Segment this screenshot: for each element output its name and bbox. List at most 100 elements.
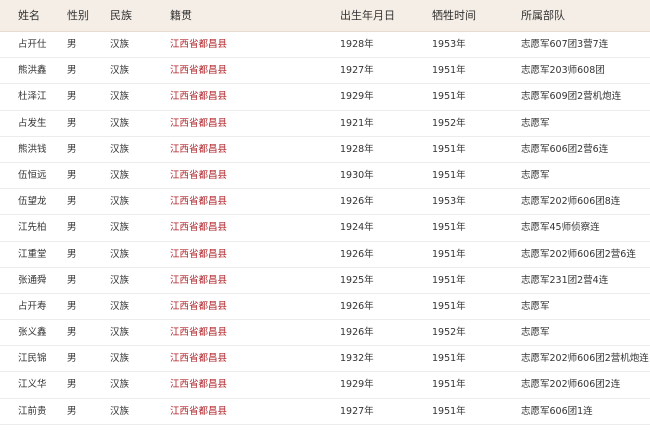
- cell-birth: 1928年: [340, 39, 374, 50]
- cell-ethnicity: 汉族: [110, 248, 130, 260]
- cell-origin: 江西省都昌县: [170, 222, 228, 234]
- column-header-death: 牺牲时间: [432, 9, 476, 22]
- cell-death: 1951年: [432, 405, 466, 417]
- cell-unit: 志愿军203师608团: [521, 65, 605, 77]
- table-row: 江前贵 男 汉族 江西省都昌县 1927年 1951年 志愿军606团1连: [0, 399, 650, 425]
- cell-gender: 男: [67, 196, 77, 208]
- table-row: 伍恒远 男 汉族 江西省都昌县 1930年 1951年 志愿军: [0, 163, 650, 190]
- cell-name: 江重堂: [18, 248, 47, 260]
- cell-origin: 江西省都昌县: [170, 196, 228, 208]
- cell-name: 张通舜: [18, 274, 47, 286]
- cell-death: 1951年: [432, 353, 466, 365]
- cell-ethnicity: 汉族: [110, 91, 130, 103]
- column-header-unit: 所属部队: [521, 9, 565, 22]
- cell-unit: 志愿军607团3营7连: [521, 39, 609, 50]
- cell-name: 江先柏: [18, 222, 47, 234]
- cell-death: 1952年: [432, 327, 466, 339]
- table-row: 熊洪钱 男 汉族 江西省都昌县 1928年 1951年 志愿军606团2营6连: [0, 137, 650, 163]
- cell-unit: 志愿军: [521, 117, 550, 129]
- cell-birth: 1924年: [340, 222, 374, 234]
- table-row: 江民锦 男 汉族 江西省都昌县 1932年 1951年 志愿军202师606团2营机炮连: [0, 346, 650, 373]
- cell-ethnicity: 汉族: [110, 274, 130, 286]
- cell-origin: 江西省都昌县: [170, 143, 228, 155]
- cell-gender: 男: [67, 274, 77, 286]
- table-row: 占发生 男 汉族 江西省都昌县 1921年 1952年 志愿军: [0, 111, 650, 137]
- cell-gender: 男: [67, 405, 77, 417]
- cell-death: 1951年: [432, 222, 466, 234]
- table-row: 江义华 男 汉族 江西省都昌县 1929年 1951年 志愿军202师606团2连: [0, 372, 650, 399]
- cell-ethnicity: 汉族: [110, 379, 130, 391]
- cell-death: 1951年: [432, 274, 466, 286]
- cell-birth: 1928年: [340, 143, 374, 155]
- cell-ethnicity: 汉族: [110, 39, 130, 50]
- cell-name: 占开仕: [18, 39, 47, 50]
- cell-origin: 江西省都昌县: [170, 300, 228, 312]
- cell-ethnicity: 汉族: [110, 196, 130, 208]
- cell-ethnicity: 汉族: [110, 143, 130, 155]
- cell-name: 占发生: [18, 117, 47, 129]
- cell-ethnicity: 汉族: [110, 353, 130, 365]
- cell-birth: 1929年: [340, 379, 374, 391]
- cell-origin: 江西省都昌县: [170, 379, 228, 391]
- table-body: 占开仕男汉族 江西省都昌县 1928年 1953年 志愿军607团3营7连 熊洪鑫男汉族江…: [0, 32, 650, 425]
- table-row: 张通舜 男 汉族 江西省都昌县 1925年 1951年 志愿军231团2营4连: [0, 268, 650, 294]
- cell-unit: 志愿军606团2营6连: [521, 143, 609, 155]
- cell-gender: 男: [67, 91, 77, 103]
- cell-unit: 志愿军202师606团8连: [521, 196, 621, 208]
- cell-unit: 志愿军: [521, 327, 550, 339]
- cell-gender: 男: [67, 65, 77, 77]
- cell-gender: 男: [67, 300, 77, 312]
- cell-name: 熊洪钱: [18, 143, 47, 155]
- cell-name: 江前贵: [18, 405, 47, 417]
- cell-unit: 志愿军: [521, 169, 550, 181]
- cell-birth: 1927年: [340, 405, 374, 417]
- cell-gender: 男: [67, 248, 77, 260]
- cell-unit: 志愿军231团2营4连: [521, 274, 609, 286]
- cell-death: 1951年: [432, 65, 466, 77]
- cell-gender: 男: [67, 379, 77, 391]
- cell-gender: 男: [67, 39, 77, 50]
- column-header-origin: 籍贯: [170, 9, 192, 22]
- cell-origin: 江西省都昌县: [170, 91, 228, 103]
- cell-origin: 江西省都昌县: [170, 274, 228, 286]
- table-row: 张义鑫 男 汉族 江西省都昌县 1926年 1952年 志愿军: [0, 320, 650, 347]
- cell-unit: 志愿军202师606团2营6连: [521, 248, 636, 260]
- cell-birth: 1925年: [340, 274, 374, 286]
- cell-birth: 1921年: [340, 117, 374, 129]
- cell-unit: 志愿军609团2营机炮连: [521, 91, 622, 103]
- cell-unit: 志愿军202师606团2连: [521, 379, 621, 391]
- cell-ethnicity: 汉族: [110, 405, 130, 417]
- cell-gender: 男: [67, 117, 77, 129]
- cell-death: 1953年: [432, 39, 466, 50]
- cell-death: 1952年: [432, 117, 466, 129]
- cell-ethnicity: 汉族: [110, 117, 130, 129]
- table-row: 伍望龙 男 汉族 江西省都昌县 1926年 1953年 志愿军202师606团8连: [0, 189, 650, 216]
- cell-ethnicity: 汉族: [110, 300, 130, 312]
- cell-ethnicity: 汉族: [110, 222, 130, 234]
- column-header-name: 姓名: [18, 9, 40, 22]
- cell-birth: 1930年: [340, 169, 374, 181]
- cell-gender: 男: [67, 143, 77, 155]
- cell-unit: 志愿军202师606团2营机炮连: [521, 353, 649, 365]
- cell-birth: 1927年: [340, 65, 374, 77]
- table-row: 杜泽江 男 汉族 江西省都昌县 1929年 1951年 志愿军609团2营机炮连: [0, 84, 650, 111]
- cell-birth: 1926年: [340, 196, 374, 208]
- table-header: 姓名 性别 民族 籍贯 出生年月日 牺牲时间 所属部队: [0, 0, 650, 32]
- cell-birth: 1932年: [340, 353, 374, 365]
- cell-name: 张义鑫: [18, 327, 47, 339]
- cell-ethnicity: 汉族: [110, 327, 130, 339]
- cell-birth: 1926年: [340, 248, 374, 260]
- cell-name: 杜泽江: [18, 91, 47, 103]
- column-header-ethnicity: 民族: [110, 9, 132, 22]
- cell-origin: 江西省都昌县: [170, 39, 228, 50]
- cell-gender: 男: [67, 169, 77, 181]
- cell-birth: 1926年: [340, 327, 374, 339]
- cell-gender: 男: [67, 327, 77, 339]
- cell-name: 江义华: [18, 379, 47, 391]
- cell-unit: 志愿军45师侦察连: [521, 222, 600, 234]
- cell-name: 江民锦: [18, 353, 47, 365]
- cell-gender: 男: [67, 222, 77, 234]
- cell-birth: 1929年: [340, 91, 374, 103]
- column-header-birth: 出生年月日: [340, 9, 395, 22]
- cell-origin: 江西省都昌县: [170, 117, 228, 129]
